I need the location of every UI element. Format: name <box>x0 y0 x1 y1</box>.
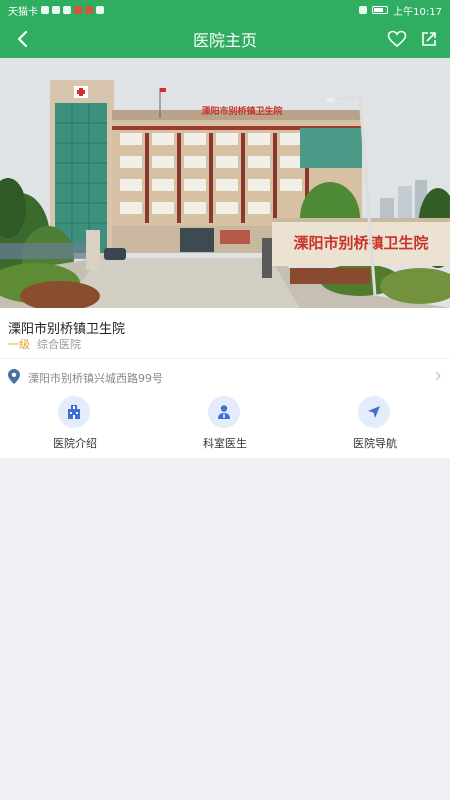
status-time: 上午10:17 <box>393 6 442 18</box>
hospital-navigation-label: 医院导航 <box>353 437 397 450</box>
app-notification-icon <box>74 6 82 14</box>
carrier-label: 天猫卡 <box>8 6 38 18</box>
share-icon <box>422 32 436 46</box>
hospital-name: 溧阳市别桥镇卫生院 <box>8 322 126 337</box>
action-grid: 医院介绍 科室医生 医院导航 <box>0 394 450 456</box>
status-bar: 天猫卡 上午10:17 <box>0 0 450 20</box>
cloud-icon <box>96 6 104 14</box>
app-notification-icon-2 <box>85 6 93 14</box>
sign-wall-text: 溧阳市别桥镇卫生院 <box>293 234 428 252</box>
hospital-intro-label: 医院介绍 <box>53 437 97 450</box>
roof-sign-text: 溧阳市别桥镇卫生院 <box>201 105 282 117</box>
share-button[interactable] <box>416 24 442 54</box>
back-arrow-icon <box>17 30 28 48</box>
heart-icon <box>387 30 407 48</box>
hospital-info-card: 溧阳市别桥镇卫生院 一级 综合医院 溧阳市别桥镇兴城西路99号 医院介绍 科室医… <box>0 308 450 458</box>
wechat-icon <box>63 6 71 14</box>
address-row[interactable]: 溧阳市别桥镇兴城西路99号 <box>0 359 450 393</box>
location-pin-icon <box>8 369 20 384</box>
alarm-icon <box>359 6 368 14</box>
hospital-level: 一级 <box>8 338 30 351</box>
navigation-arrow-icon <box>358 396 390 428</box>
page-title: 医院主页 <box>192 31 257 50</box>
favorite-button[interactable] <box>384 24 410 54</box>
nav-bar: 医院主页 <box>0 20 450 58</box>
hospital-intro-button[interactable]: 医院介绍 <box>0 394 150 456</box>
hospital-type: 综合医院 <box>37 338 81 351</box>
doctor-icon <box>208 396 240 428</box>
battery-icon <box>372 6 389 14</box>
hospital-navigation-button[interactable]: 医院导航 <box>300 394 450 456</box>
hospital-building-icon <box>58 396 90 428</box>
wifi-icon <box>52 6 60 14</box>
departments-doctors-button[interactable]: 科室医生 <box>150 394 300 456</box>
departments-doctors-label: 科室医生 <box>203 437 247 450</box>
sim-icon <box>41 6 49 14</box>
back-button[interactable] <box>8 24 36 54</box>
hospital-photo: 溧阳市别桥镇卫生院 溧阳市别桥镇卫生院 <box>0 58 450 308</box>
hospital-address: 溧阳市别桥镇兴城西路99号 <box>28 372 163 385</box>
chevron-right-icon <box>435 371 441 381</box>
